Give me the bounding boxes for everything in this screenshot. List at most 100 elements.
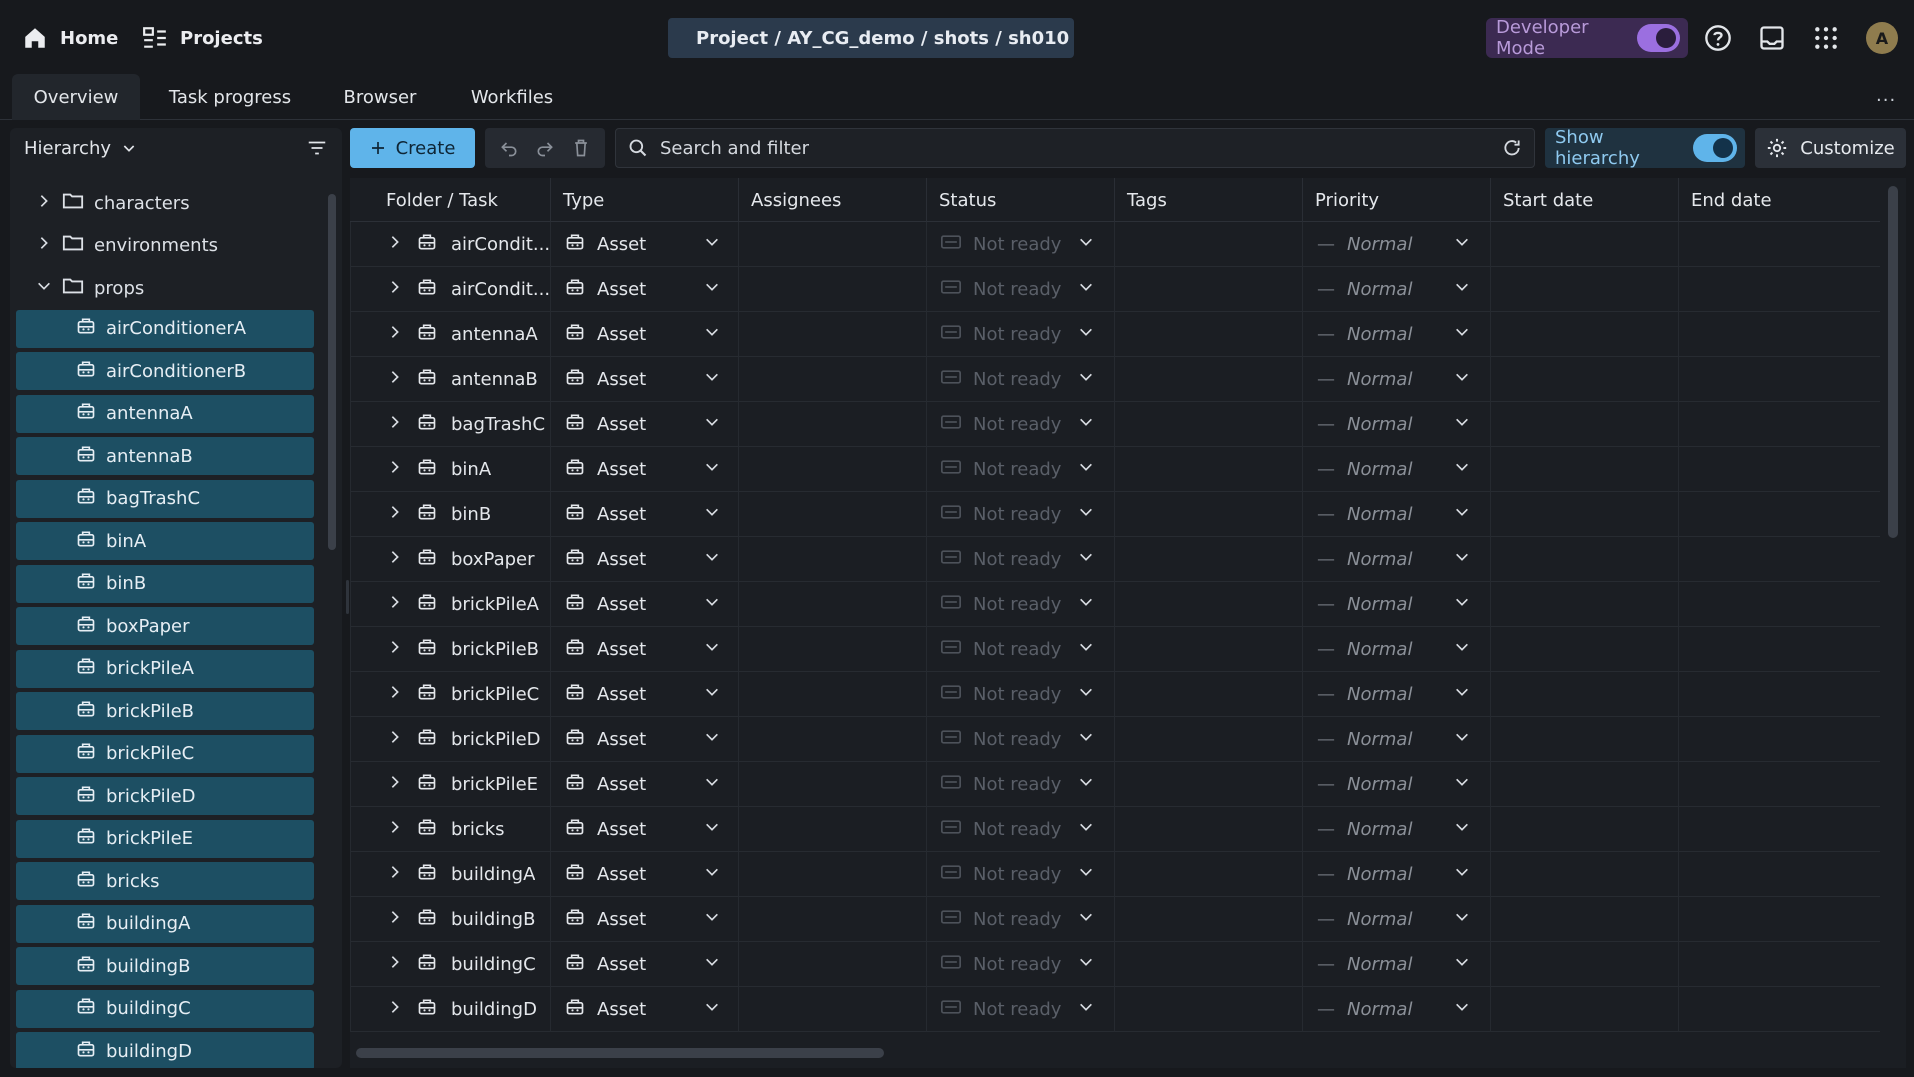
tags-cell[interactable] (1114, 762, 1302, 807)
priority-dropdown[interactable]: — Normal (1302, 492, 1490, 537)
folder-task-cell[interactable]: binB (350, 492, 550, 537)
folder-task-cell[interactable]: buildingC (350, 942, 550, 987)
status-dropdown[interactable]: Not ready (926, 402, 1114, 447)
priority-dropdown[interactable]: — Normal (1302, 762, 1490, 807)
expand-chevron-icon[interactable] (387, 684, 403, 705)
type-dropdown[interactable]: Asset (550, 627, 738, 672)
start-date-cell[interactable] (1490, 987, 1678, 1032)
tree-item[interactable]: brickPileE (16, 819, 314, 858)
priority-dropdown[interactable]: — Normal (1302, 357, 1490, 402)
tags-cell[interactable] (1114, 852, 1302, 897)
tree-item[interactable]: binA (16, 522, 314, 560)
table-row[interactable]: binA Asset Not ready — Normal (350, 447, 1880, 492)
tags-cell[interactable] (1114, 537, 1302, 582)
table-row[interactable]: bagTrashC Asset Not ready — Normal (350, 402, 1880, 447)
table-row[interactable]: binB Asset Not ready — Normal (350, 492, 1880, 537)
priority-dropdown[interactable]: — Normal (1302, 987, 1490, 1032)
table-vertical-scrollbar[interactable] (1888, 186, 1898, 538)
assignees-cell[interactable] (738, 222, 926, 267)
show-hierarchy-switch[interactable] (1692, 134, 1737, 162)
priority-dropdown[interactable]: — Normal (1302, 672, 1490, 717)
column-header-status[interactable]: Status (926, 178, 1114, 222)
folder-task-cell[interactable]: airCondit... (350, 267, 550, 312)
assignees-cell[interactable] (738, 987, 926, 1032)
tree-item[interactable]: brickPileC (16, 734, 314, 773)
end-date-cell[interactable] (1678, 222, 1880, 267)
start-date-cell[interactable] (1490, 357, 1678, 402)
tree-item[interactable]: buildingC (16, 989, 314, 1028)
column-header-assignees[interactable]: Assignees (738, 178, 926, 222)
status-dropdown[interactable]: Not ready (926, 222, 1114, 267)
type-dropdown[interactable]: Asset (550, 312, 738, 357)
status-dropdown[interactable]: Not ready (926, 672, 1114, 717)
start-date-cell[interactable] (1490, 942, 1678, 987)
tree-item[interactable]: antennaA (16, 394, 314, 433)
folder-task-cell[interactable]: antennaB (350, 357, 550, 402)
start-date-cell[interactable] (1490, 717, 1678, 762)
table-row[interactable]: airCondit... Asset Not ready — Normal (350, 267, 1880, 312)
start-date-cell[interactable] (1490, 852, 1678, 897)
table-row[interactable]: brickPileA Asset Not ready — Normal (350, 582, 1880, 627)
tags-cell[interactable] (1114, 582, 1302, 627)
type-dropdown[interactable]: Asset (550, 447, 738, 492)
redo-icon[interactable] (535, 138, 555, 158)
tags-cell[interactable] (1114, 267, 1302, 312)
status-dropdown[interactable]: Not ready (926, 582, 1114, 627)
tree-item[interactable]: brickPileB (16, 692, 314, 730)
type-dropdown[interactable]: Asset (550, 987, 738, 1032)
refresh-icon[interactable] (1502, 138, 1522, 158)
start-date-cell[interactable] (1490, 897, 1678, 942)
assignees-cell[interactable] (738, 717, 926, 762)
tags-cell[interactable] (1114, 492, 1302, 537)
type-dropdown[interactable]: Asset (550, 582, 738, 627)
table-row[interactable]: brickPileC Asset Not ready — Normal (350, 672, 1880, 717)
table-row[interactable]: brickPileD Asset Not ready — Normal (350, 717, 1880, 762)
help-icon[interactable] (1702, 22, 1734, 54)
folder-task-cell[interactable]: boxPaper (350, 537, 550, 582)
folder-task-cell[interactable]: buildingB (350, 897, 550, 942)
table-row[interactable]: buildingD Asset Not ready — Normal (350, 987, 1880, 1032)
start-date-cell[interactable] (1490, 447, 1678, 492)
priority-dropdown[interactable]: — Normal (1302, 897, 1490, 942)
assignees-cell[interactable] (738, 492, 926, 537)
tree-item[interactable]: brickPileD (16, 777, 314, 815)
assignees-cell[interactable] (738, 357, 926, 402)
end-date-cell[interactable] (1678, 267, 1880, 312)
assignees-cell[interactable] (738, 402, 926, 447)
tree-item[interactable]: bagTrashC (16, 479, 314, 518)
type-dropdown[interactable]: Asset (550, 537, 738, 582)
inbox-icon[interactable] (1756, 22, 1788, 54)
table-row[interactable]: boxPaper Asset Not ready — Normal (350, 537, 1880, 582)
expand-chevron-icon[interactable] (387, 819, 403, 840)
end-date-cell[interactable] (1678, 447, 1880, 492)
expand-chevron-icon[interactable] (387, 459, 403, 480)
type-dropdown[interactable]: Asset (550, 897, 738, 942)
tree-item[interactable]: buildingD (16, 1032, 314, 1068)
tree-item[interactable]: antennaB (16, 437, 314, 475)
assignees-cell[interactable] (738, 312, 926, 357)
folder-task-cell[interactable]: brickPileC (350, 672, 550, 717)
sidebar-scrollbar[interactable] (328, 194, 336, 550)
folder-task-cell[interactable]: bagTrashC (350, 402, 550, 447)
table-row[interactable]: brickPileE Asset Not ready — Normal (350, 762, 1880, 807)
priority-dropdown[interactable]: — Normal (1302, 537, 1490, 582)
avatar[interactable]: A (1866, 22, 1898, 54)
panel-resize-handle[interactable] (346, 580, 349, 614)
type-dropdown[interactable]: Asset (550, 942, 738, 987)
show-hierarchy-toggle[interactable]: Show hierarchy (1545, 127, 1745, 169)
end-date-cell[interactable] (1678, 312, 1880, 357)
type-dropdown[interactable]: Asset (550, 402, 738, 447)
end-date-cell[interactable] (1678, 852, 1880, 897)
expand-chevron-icon[interactable] (387, 864, 403, 885)
create-button[interactable]: Create (350, 128, 475, 168)
status-dropdown[interactable]: Not ready (926, 267, 1114, 312)
end-date-cell[interactable] (1678, 897, 1880, 942)
tree-item[interactable]: boxPaper (16, 607, 314, 645)
end-date-cell[interactable] (1678, 807, 1880, 852)
status-dropdown[interactable]: Not ready (926, 762, 1114, 807)
table-row[interactable]: bricks Asset Not ready — Normal (350, 807, 1880, 852)
expand-chevron-icon[interactable] (387, 234, 403, 255)
type-dropdown[interactable]: Asset (550, 762, 738, 807)
assignees-cell[interactable] (738, 582, 926, 627)
assignees-cell[interactable] (738, 627, 926, 672)
